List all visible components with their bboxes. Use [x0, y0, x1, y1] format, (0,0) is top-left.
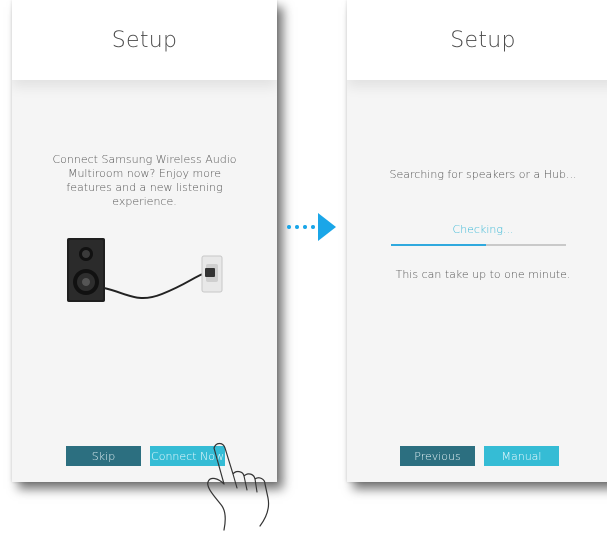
- manual-button[interactable]: Manual: [484, 446, 559, 466]
- header: Setup: [12, 0, 277, 80]
- speaker-plug-illustration: [67, 238, 223, 302]
- hand-pointer-icon: [207, 442, 270, 531]
- progress-bar: [391, 244, 566, 246]
- page-title: Setup: [111, 28, 178, 53]
- arrow-right-icon: [287, 213, 336, 241]
- page-title: Setup: [450, 28, 516, 53]
- speaker-icon: [67, 238, 105, 302]
- checking-status: Checking...: [452, 223, 514, 236]
- skip-button[interactable]: Skip: [66, 446, 141, 466]
- progress-bar-fill: [391, 244, 486, 246]
- previous-button[interactable]: Previous: [400, 446, 475, 466]
- power-plug-icon: [201, 255, 223, 293]
- wait-message: This can take up to one minute.: [395, 268, 571, 281]
- header: Setup: [347, 0, 607, 80]
- setup-screen-searching: Setup Searching for speakers or a Hub...…: [347, 0, 607, 482]
- setup-screen-connect: Setup Connect Samsung Wireless Audio Mul…: [12, 0, 277, 482]
- searching-message: Searching for speakers or a Hub...: [389, 168, 577, 181]
- connect-description: Connect Samsung Wireless Audio Multiroom…: [52, 153, 237, 208]
